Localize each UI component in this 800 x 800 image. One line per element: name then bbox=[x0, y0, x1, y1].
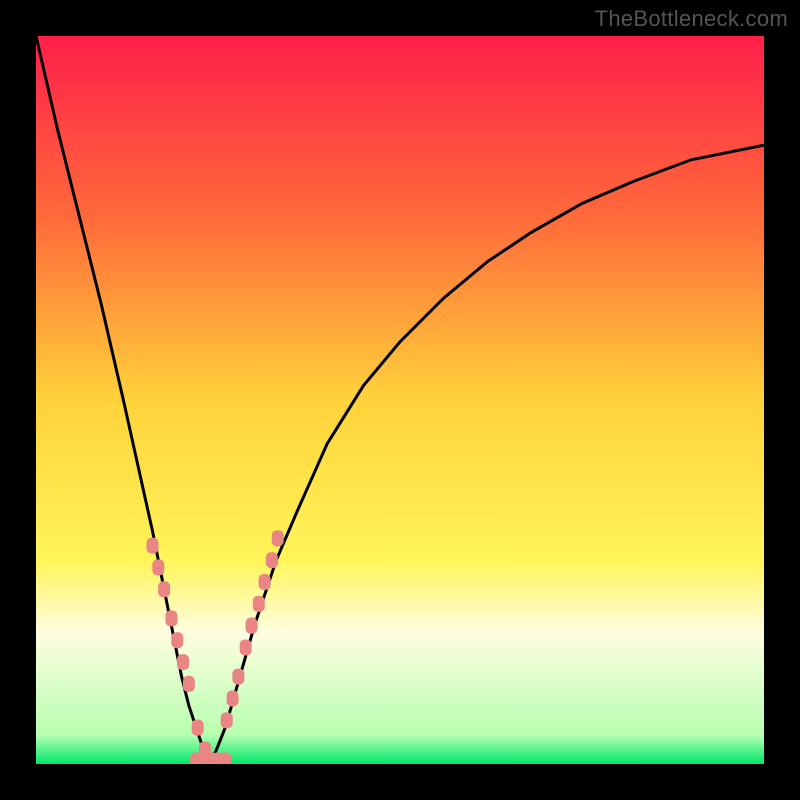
marker bbox=[165, 610, 177, 626]
marker bbox=[158, 581, 170, 597]
plot-area bbox=[36, 36, 764, 764]
marker bbox=[227, 690, 239, 706]
marker bbox=[152, 559, 164, 575]
marker bbox=[266, 552, 278, 568]
marker bbox=[221, 712, 233, 728]
gradient-background bbox=[36, 36, 764, 764]
marker bbox=[253, 596, 265, 612]
marker bbox=[177, 654, 189, 670]
marker bbox=[192, 720, 204, 736]
marker bbox=[272, 530, 284, 546]
marker bbox=[259, 574, 271, 590]
chart-svg bbox=[36, 36, 764, 764]
watermark-text: TheBottleneck.com bbox=[595, 6, 788, 32]
marker bbox=[219, 752, 231, 764]
marker bbox=[245, 618, 257, 634]
marker bbox=[240, 640, 252, 656]
marker bbox=[183, 676, 195, 692]
chart-frame: TheBottleneck.com bbox=[0, 0, 800, 800]
marker bbox=[171, 632, 183, 648]
marker bbox=[146, 538, 158, 554]
marker bbox=[232, 669, 244, 685]
